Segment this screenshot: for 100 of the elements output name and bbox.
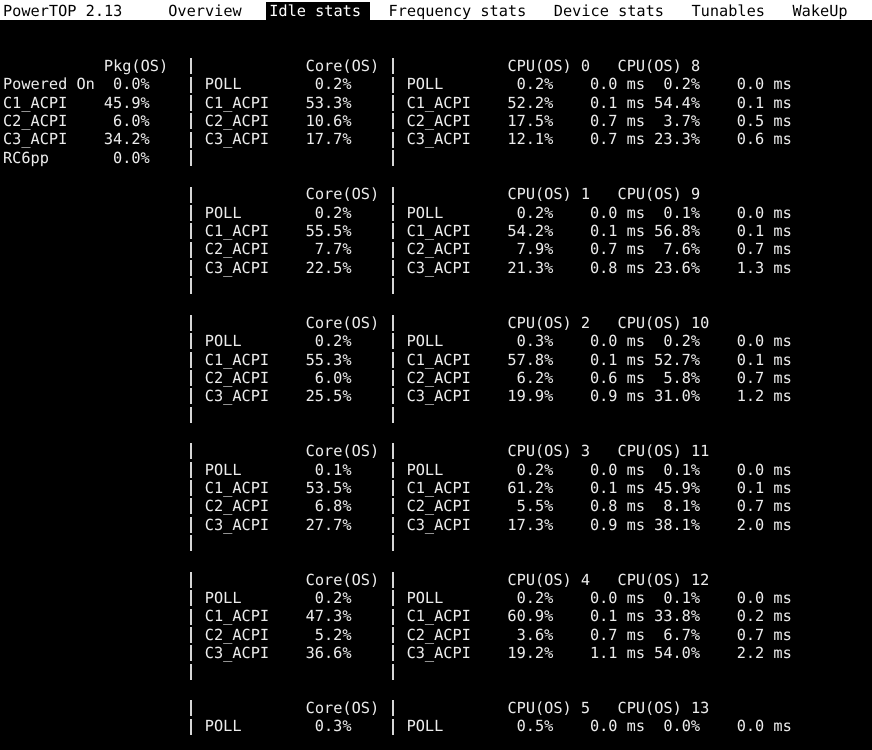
state-name: C3_ACPI <box>204 387 270 406</box>
state-name: C3_ACPI <box>406 130 471 149</box>
state-name: C1_ACPI <box>204 478 270 498</box>
tab[interactable]: WakeUp <box>790 2 857 20</box>
residency-value: 0.2% <box>314 332 352 351</box>
residency-value: 0.2% <box>516 589 554 608</box>
state-name: C2_ACPI <box>406 112 471 130</box>
residency-value: 0.2% <box>314 204 352 222</box>
state-name: C2_ACPI <box>406 368 471 388</box>
average-time: 0.0 ms <box>590 589 646 608</box>
state-name: RC6pp <box>3 148 49 168</box>
tab[interactable]: Overview <box>165 2 251 20</box>
state-name: POLL <box>204 75 242 94</box>
average-time: 1.2 ms <box>736 387 792 406</box>
average-time: 1.1 ms <box>590 644 646 662</box>
residency-value: 19.9% <box>507 387 554 406</box>
average-time: 0.1 ms <box>736 94 792 112</box>
average-time: 0.7 ms <box>590 626 646 644</box>
column-heading: Pkg(OS) <box>104 57 168 76</box>
average-time: 0.6 ms <box>736 130 792 149</box>
column-heading: Core(OS) <box>306 699 380 718</box>
column-heading: Core(OS) <box>306 314 380 332</box>
column-heading: CPU(OS) 3 <box>507 442 590 461</box>
residency-value: 52.2% <box>507 94 554 112</box>
average-time: 1.3 ms <box>736 258 792 278</box>
state-name: POLL <box>406 204 444 222</box>
state-name: POLL <box>406 717 444 736</box>
state-name: C1_ACPI <box>3 94 68 112</box>
residency-value: 33.8% <box>654 607 700 626</box>
average-time: 2.0 ms <box>736 516 792 534</box>
average-time: 0.0 ms <box>736 332 792 351</box>
column-heading: CPU(OS) 9 <box>618 185 700 204</box>
residency-value: 0.1% <box>663 460 700 479</box>
state-name: C3_ACPI <box>204 258 270 278</box>
column-heading: CPU(OS) 0 <box>507 57 590 76</box>
average-time: 0.0 ms <box>590 75 646 94</box>
average-time: 2.2 ms <box>736 644 792 662</box>
residency-value: 0.1% <box>663 204 700 222</box>
column-heading: Core(OS) <box>306 57 380 76</box>
average-time: 0.0 ms <box>736 75 792 94</box>
residency-value: 54.4% <box>654 94 700 112</box>
residency-value: 25.5% <box>306 387 352 406</box>
residency-value: 36.6% <box>306 644 352 662</box>
column-heading: CPU(OS) 5 <box>507 699 590 718</box>
residency-value: 45.9% <box>654 478 700 498</box>
residency-value: 47.3% <box>306 607 352 626</box>
tab[interactable]: Idle stats <box>266 2 370 20</box>
average-time: 0.2 ms <box>736 607 792 626</box>
residency-value: 5.8% <box>663 368 700 388</box>
residency-value: 3.7% <box>663 112 700 130</box>
average-time: 0.1 ms <box>590 350 646 369</box>
residency-value: 61.2% <box>507 478 554 498</box>
column-heading: CPU(OS) 4 <box>507 570 590 589</box>
state-name: C1_ACPI <box>406 222 471 240</box>
average-time: 0.7 ms <box>736 497 792 516</box>
state-name: C3_ACPI <box>204 130 270 149</box>
state-name: C3_ACPI <box>204 516 270 534</box>
state-name: C1_ACPI <box>204 222 270 240</box>
residency-value: 7.9% <box>516 240 554 259</box>
residency-value: 6.8% <box>314 497 352 516</box>
residency-value: 0.0% <box>663 717 700 736</box>
average-time: 0.0 ms <box>590 717 646 736</box>
average-time: 0.9 ms <box>590 516 646 534</box>
average-time: 0.0 ms <box>736 717 792 736</box>
average-time: 0.6 ms <box>590 368 646 388</box>
residency-value: 0.2% <box>314 589 352 608</box>
average-time: 0.7 ms <box>736 368 792 388</box>
average-time: 0.7 ms <box>736 240 792 259</box>
residency-value: 0.1% <box>314 460 352 479</box>
residency-value: 0.2% <box>516 204 554 222</box>
residency-value: 0.2% <box>663 75 700 94</box>
state-name: POLL <box>204 717 242 736</box>
residency-value: 21.3% <box>507 258 554 278</box>
state-name: C1_ACPI <box>406 350 471 369</box>
state-name: C1_ACPI <box>204 607 270 626</box>
residency-value: 17.3% <box>507 516 554 534</box>
average-time: 0.1 ms <box>590 94 646 112</box>
state-name: POLL <box>406 589 444 608</box>
residency-value: 19.2% <box>507 644 554 662</box>
residency-value: 8.1% <box>663 497 700 516</box>
state-name: Powered On <box>3 75 95 94</box>
average-time: 0.1 ms <box>590 222 646 240</box>
column-heading: Core(OS) <box>306 570 380 589</box>
residency-value: 55.5% <box>306 222 352 240</box>
average-time: 0.7 ms <box>736 626 792 644</box>
average-time: 0.5 ms <box>736 112 792 130</box>
state-name: C2_ACPI <box>204 497 270 516</box>
average-time: 0.9 ms <box>590 387 646 406</box>
residency-value: 34.2% <box>104 130 150 149</box>
tab[interactable]: Device stats <box>551 2 674 20</box>
residency-value: 55.3% <box>306 350 352 369</box>
state-name: C3_ACPI <box>204 644 270 662</box>
residency-value: 5.2% <box>314 626 352 644</box>
tab[interactable]: Frequency stats <box>386 2 536 20</box>
state-name: POLL <box>204 204 242 222</box>
average-time: 0.1 ms <box>736 222 792 240</box>
state-name: POLL <box>406 332 444 351</box>
average-time: 0.0 ms <box>736 589 792 608</box>
average-time: 0.1 ms <box>590 607 646 626</box>
tab[interactable]: Tunables <box>688 2 774 20</box>
